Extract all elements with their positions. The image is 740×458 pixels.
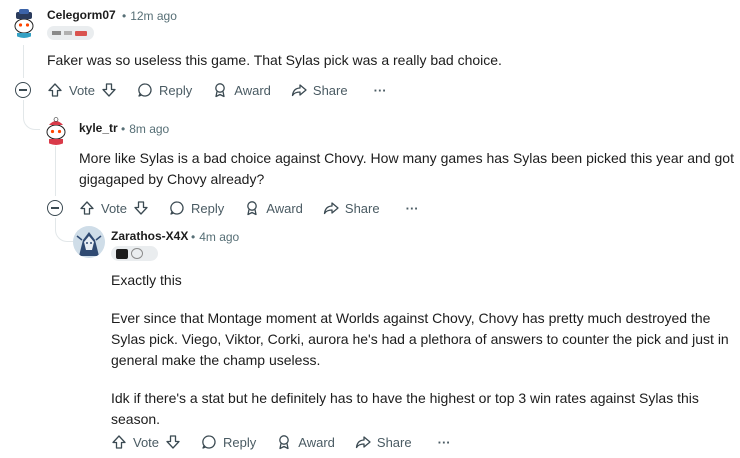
upvote-button[interactable]: Vote — [47, 82, 95, 98]
snoo-avatar-icon — [8, 6, 40, 38]
award-label: Award — [298, 434, 335, 450]
share-button[interactable]: Share — [291, 82, 348, 98]
upvote-icon — [48, 83, 62, 97]
reply-button[interactable]: Reply — [169, 200, 224, 216]
reply-label: Reply — [159, 82, 193, 98]
comment-timestamp: • 12m ago — [122, 9, 177, 23]
share-icon — [323, 202, 339, 215]
share-label: Share — [344, 200, 380, 216]
comment-actions: Vote Reply Award Share ··· — [47, 80, 387, 100]
comment-timestamp: • 8m ago — [121, 122, 170, 136]
upvote-button[interactable]: Vote — [111, 434, 159, 450]
comment-bubble-icon — [202, 435, 216, 449]
vote-label: Vote — [69, 82, 96, 98]
award-icon — [279, 435, 290, 450]
downvote-button[interactable] — [133, 200, 149, 216]
award-button[interactable]: Award — [276, 434, 335, 450]
comment-body: More like Sylas is a bad choice against … — [79, 150, 734, 187]
upvote-icon — [80, 201, 94, 215]
more-options-icon: ··· — [437, 434, 451, 450]
reply-button[interactable]: Reply — [137, 82, 192, 98]
share-label: Share — [376, 434, 412, 450]
user-flair — [47, 26, 94, 40]
more-options-icon: ··· — [373, 82, 387, 98]
downvote-button[interactable] — [101, 82, 117, 98]
thread-line[interactable] — [55, 146, 56, 196]
reply-label: Reply — [191, 200, 225, 216]
more-options-icon: ··· — [405, 200, 419, 216]
avatar[interactable] — [8, 6, 40, 38]
award-button[interactable]: Award — [212, 82, 271, 98]
flair-badge-icon — [64, 31, 72, 35]
downvote-icon — [166, 435, 180, 449]
share-icon — [355, 436, 371, 449]
username[interactable]: Celegorm07 — [47, 8, 116, 22]
comment-bubble-icon — [138, 83, 152, 97]
share-button[interactable]: Share — [323, 200, 380, 216]
comment-body: Faker was so useless this game. That Syl… — [47, 52, 502, 68]
flair-badge-icon — [52, 31, 61, 35]
character-avatar-icon — [73, 226, 105, 258]
vote-label: Vote — [101, 200, 128, 216]
reply-button[interactable]: Reply — [201, 434, 256, 450]
comment-bubble-icon — [170, 201, 184, 215]
share-icon — [291, 84, 307, 97]
comment-actions: Vote Reply Award Share ··· — [79, 198, 419, 218]
comment-thread: Celegorm07 • 12m ago Faker was so useless… — [0, 0, 740, 458]
downvote-button[interactable] — [165, 434, 181, 450]
thread-connector — [23, 100, 41, 130]
comment-body: Exactly this Ever since that Montage mom… — [111, 272, 729, 427]
comment-actions: Vote Reply Award Share ··· — [111, 432, 451, 452]
award-icon — [247, 201, 258, 216]
downvote-icon — [134, 201, 148, 215]
comment-timestamp: • 4m ago — [191, 230, 240, 244]
more-options-button[interactable]: ··· — [406, 201, 419, 216]
collapse-button[interactable] — [15, 82, 31, 98]
snoo-avatar-icon — [40, 113, 72, 145]
user-flair — [111, 246, 158, 261]
more-options-button[interactable]: ··· — [374, 83, 387, 98]
upvote-button[interactable]: Vote — [79, 200, 127, 216]
more-options-button[interactable]: ··· — [438, 435, 451, 450]
award-label: Award — [266, 200, 303, 216]
share-button[interactable]: Share — [355, 434, 412, 450]
team-logo-icon — [116, 248, 128, 259]
flair-badge-icon — [75, 30, 87, 36]
avatar[interactable] — [73, 226, 105, 258]
award-label: Award — [234, 82, 271, 98]
avatar[interactable] — [40, 113, 72, 145]
username[interactable]: kyle_tr — [79, 121, 118, 135]
award-icon — [215, 83, 226, 98]
team-logo-icon — [131, 248, 143, 259]
vote-label: Vote — [133, 434, 160, 450]
thread-connector — [55, 218, 73, 242]
reply-label: Reply — [223, 434, 257, 450]
share-label: Share — [312, 82, 348, 98]
downvote-icon — [102, 83, 116, 97]
upvote-icon — [112, 435, 126, 449]
username[interactable]: Zarathos-X4X — [111, 229, 188, 243]
award-button[interactable]: Award — [244, 200, 303, 216]
collapse-button[interactable] — [47, 200, 63, 216]
thread-line[interactable] — [23, 45, 24, 78]
